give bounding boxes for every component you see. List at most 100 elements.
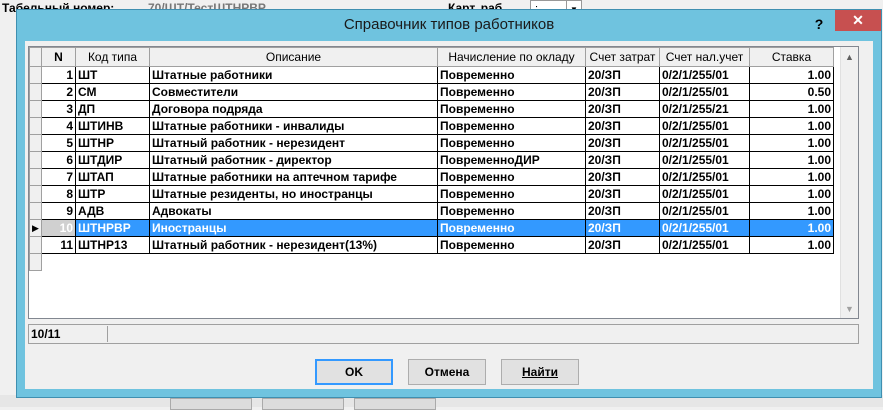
cell-cost-account[interactable]: 20/ЗП bbox=[585, 219, 660, 237]
cell-accrual[interactable]: Повременно bbox=[437, 185, 586, 203]
cell-description[interactable]: Штатные резиденты, но иностранцы bbox=[149, 185, 438, 203]
cell-n[interactable]: 8 bbox=[41, 185, 76, 203]
cancel-button[interactable]: Отмена bbox=[408, 359, 486, 385]
cell-description[interactable]: Штатный работник - нерезидент bbox=[149, 134, 438, 152]
vertical-scrollbar[interactable]: ▲ ▼ bbox=[840, 47, 858, 318]
column-header-code[interactable]: Код типа bbox=[75, 47, 150, 67]
row-indicator[interactable] bbox=[29, 100, 42, 118]
cell-tax-account[interactable]: 0/2/1/255/01 bbox=[659, 168, 750, 186]
table-row[interactable]: 11 ШТНР13 Штатный работник - нерезидент(13… bbox=[29, 236, 834, 254]
cell-description[interactable]: Договора подряда bbox=[149, 100, 438, 118]
cell-accrual[interactable]: Повременно bbox=[437, 66, 586, 84]
row-indicator[interactable] bbox=[29, 185, 42, 203]
column-header-description[interactable]: Описание bbox=[149, 47, 438, 67]
cell-code[interactable]: ШТАП bbox=[75, 168, 150, 186]
table-row[interactable]: 7 ШТАП Штатные работники на аптечном тариф… bbox=[29, 168, 834, 186]
cell-accrual[interactable]: ПовременноДИР bbox=[437, 151, 586, 169]
table-row[interactable]: 2 СМ Совместители Повременно 20/ЗП 0/2/1/255/… bbox=[29, 83, 834, 101]
cell-n[interactable]: 10 bbox=[41, 219, 76, 237]
cell-n[interactable]: 5 bbox=[41, 134, 76, 152]
background-button-1[interactable] bbox=[170, 398, 252, 410]
cell-n[interactable]: 4 bbox=[41, 117, 76, 135]
row-indicator[interactable]: ▶ bbox=[29, 219, 42, 237]
cell-cost-account[interactable]: 20/ЗП bbox=[585, 100, 660, 118]
column-header-rate[interactable]: Ставка bbox=[749, 47, 834, 67]
cell-description[interactable]: Штатный работник - нерезидент(13%) bbox=[149, 236, 438, 254]
scroll-down-icon[interactable]: ▼ bbox=[845, 304, 854, 314]
cell-n[interactable]: 3 bbox=[41, 100, 76, 118]
cell-accrual[interactable]: Повременно bbox=[437, 168, 586, 186]
cell-cost-account[interactable]: 20/ЗП bbox=[585, 151, 660, 169]
worker-types-grid[interactable]: N Код типа Описание Начисление по окладу… bbox=[28, 46, 859, 319]
cell-cost-account[interactable]: 20/ЗП bbox=[585, 117, 660, 135]
cell-rate[interactable]: 1.00 bbox=[749, 185, 834, 203]
cell-tax-account[interactable]: 0/2/1/255/01 bbox=[659, 151, 750, 169]
table-row[interactable]: 1 ШТ Штатные работники Повременно 20/ЗП 0/2/1… bbox=[29, 66, 834, 84]
cell-rate[interactable]: 1.00 bbox=[749, 134, 834, 152]
cell-code[interactable]: ШТДИР bbox=[75, 151, 150, 169]
cell-code[interactable]: АДВ bbox=[75, 202, 150, 220]
cell-n[interactable]: 7 bbox=[41, 168, 76, 186]
column-header-accrual[interactable]: Начисление по окладу bbox=[437, 47, 586, 67]
row-indicator[interactable] bbox=[29, 236, 42, 254]
cell-tax-account[interactable]: 0/2/1/255/01 bbox=[659, 83, 750, 101]
find-button[interactable]: Найти bbox=[501, 359, 579, 385]
cell-rate[interactable]: 1.00 bbox=[749, 168, 834, 186]
cell-rate[interactable]: 1.00 bbox=[749, 219, 834, 237]
table-row[interactable]: 3 ДП Договора подряда Повременно 20/ЗП 0/2/1/… bbox=[29, 100, 834, 118]
cell-description[interactable]: Совместители bbox=[149, 83, 438, 101]
table-row[interactable]: 5 ШТНР Штатный работник - нерезидент Поврем… bbox=[29, 134, 834, 152]
table-row[interactable]: 6 ШТДИР Штатный работник - директор Повреме… bbox=[29, 151, 834, 169]
cell-rate[interactable]: 1.00 bbox=[749, 236, 834, 254]
cell-code[interactable]: ШТ bbox=[75, 66, 150, 84]
table-row[interactable]: 8 ШТР Штатные резиденты, но иностранцы Повр… bbox=[29, 185, 834, 203]
cell-description[interactable]: Штатный работник - директор bbox=[149, 151, 438, 169]
cell-cost-account[interactable]: 20/ЗП bbox=[585, 236, 660, 254]
cell-description[interactable]: Штатные работники - инвалиды bbox=[149, 117, 438, 135]
cell-tax-account[interactable]: 0/2/1/255/01 bbox=[659, 236, 750, 254]
cell-code[interactable]: ШТИНВ bbox=[75, 117, 150, 135]
row-indicator[interactable] bbox=[29, 83, 42, 101]
cell-rate[interactable]: 1.00 bbox=[749, 202, 834, 220]
cell-n[interactable]: 6 bbox=[41, 151, 76, 169]
column-header-cost-account[interactable]: Счет затрат bbox=[585, 47, 660, 67]
cell-accrual[interactable]: Повременно bbox=[437, 202, 586, 220]
cell-n[interactable]: 11 bbox=[41, 236, 76, 254]
cell-description[interactable]: Адвокаты bbox=[149, 202, 438, 220]
cell-code[interactable]: ШТНРВР bbox=[75, 219, 150, 237]
dialog-titlebar[interactable]: Справочник типов работников ? ✕ bbox=[17, 10, 881, 41]
cell-code[interactable]: ШТНР bbox=[75, 134, 150, 152]
cell-code[interactable]: СМ bbox=[75, 83, 150, 101]
scroll-up-icon[interactable]: ▲ bbox=[845, 52, 854, 62]
cell-cost-account[interactable]: 20/ЗП bbox=[585, 83, 660, 101]
cell-n[interactable]: 2 bbox=[41, 83, 76, 101]
cell-rate[interactable]: 1.00 bbox=[749, 100, 834, 118]
cell-accrual[interactable]: Повременно bbox=[437, 219, 586, 237]
cell-description[interactable]: Штатные работники на аптечном тарифе bbox=[149, 168, 438, 186]
cell-tax-account[interactable]: 0/2/1/255/01 bbox=[659, 185, 750, 203]
ok-button[interactable]: OK bbox=[315, 359, 393, 385]
column-header-tax-account[interactable]: Счет нал.учет bbox=[659, 47, 750, 67]
cell-tax-account[interactable]: 0/2/1/255/01 bbox=[659, 219, 750, 237]
cell-code[interactable]: ШТНР13 bbox=[75, 236, 150, 254]
cell-accrual[interactable]: Повременно bbox=[437, 100, 586, 118]
cell-description[interactable]: Иностранцы bbox=[149, 219, 438, 237]
cell-tax-account[interactable]: 0/2/1/255/01 bbox=[659, 66, 750, 84]
cell-n[interactable]: 9 bbox=[41, 202, 76, 220]
cell-accrual[interactable]: Повременно bbox=[437, 117, 586, 135]
background-button-3[interactable] bbox=[354, 398, 436, 410]
column-header-n[interactable]: N bbox=[41, 47, 76, 67]
cell-cost-account[interactable]: 20/ЗП bbox=[585, 168, 660, 186]
row-indicator[interactable] bbox=[29, 66, 42, 84]
table-row[interactable]: 9 АДВ Адвокаты Повременно 20/ЗП 0/2/1/255/01 1… bbox=[29, 202, 834, 220]
background-button-2[interactable] bbox=[262, 398, 344, 410]
close-button[interactable]: ✕ bbox=[835, 10, 881, 31]
cell-accrual[interactable]: Повременно bbox=[437, 83, 586, 101]
cell-cost-account[interactable]: 20/ЗП bbox=[585, 66, 660, 84]
row-indicator[interactable] bbox=[29, 134, 42, 152]
table-row[interactable]: ▶ 10 ШТНРВР Иностранцы Повременно 20/ЗП 0/2/1/… bbox=[29, 219, 834, 237]
row-indicator[interactable] bbox=[29, 151, 42, 169]
cell-cost-account[interactable]: 20/ЗП bbox=[585, 185, 660, 203]
help-button[interactable]: ? bbox=[809, 14, 829, 34]
cell-rate[interactable]: 1.00 bbox=[749, 151, 834, 169]
